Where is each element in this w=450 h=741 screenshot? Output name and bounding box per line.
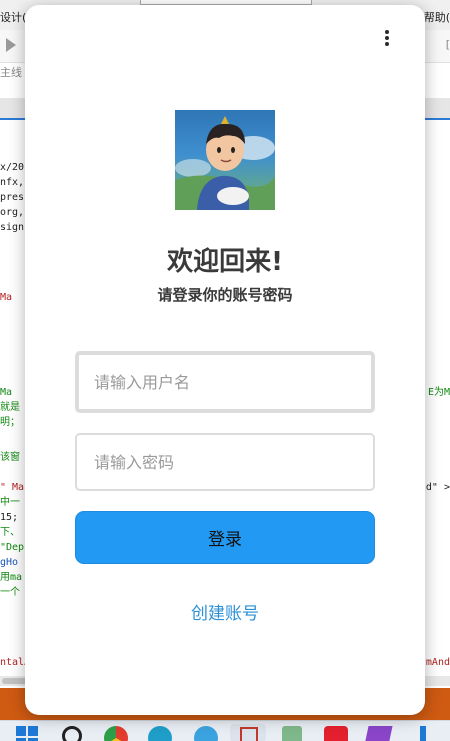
menu-help[interactable]: 帮助( <box>424 9 450 25</box>
code-line: 15; <box>0 512 19 523</box>
code-line: mAnd <box>425 657 450 668</box>
app-icon[interactable] <box>282 726 302 741</box>
code-line: pres <box>0 192 25 203</box>
code-line: 就是 <box>0 402 20 413</box>
code-line: 用ma <box>0 572 23 583</box>
toolbar-overflow[interactable]: [ <box>446 38 450 51</box>
code-line: " Ma <box>0 482 25 493</box>
code-line: 一个 <box>0 587 20 598</box>
red-app-icon[interactable] <box>324 726 348 741</box>
play-icon[interactable] <box>6 38 16 52</box>
code-line: 中一 <box>0 497 20 508</box>
avatar <box>175 110 275 210</box>
edge-icon[interactable] <box>148 726 172 741</box>
avatar-illustration <box>175 116 275 210</box>
menu-design[interactable]: 设计( <box>0 9 26 25</box>
taskbar-app-icon[interactable] <box>420 726 426 741</box>
globe-icon[interactable] <box>194 726 218 741</box>
code-line: nfx, <box>0 177 25 188</box>
login-button[interactable]: 登录 <box>75 511 375 564</box>
code-line: 明； <box>0 417 20 428</box>
chrome-icon[interactable] <box>104 726 128 741</box>
code-line: Ma <box>0 387 13 398</box>
more-options-icon[interactable] <box>379 27 395 49</box>
create-account-link[interactable]: 创建账号 <box>25 599 425 624</box>
username-input[interactable] <box>75 351 375 413</box>
code-line: 下、 <box>0 527 20 538</box>
code-line: E为M <box>427 387 450 398</box>
welcome-subtitle: 请登录你的账号密码 <box>157 286 293 304</box>
code-line: Ma <box>0 292 13 303</box>
search-icon[interactable] <box>62 726 82 741</box>
code-line: 该窗 <box>0 452 20 463</box>
windows-start-icon[interactable] <box>16 726 38 741</box>
code-line: "Dep <box>0 542 25 553</box>
welcome-title: 欢迎回来! <box>167 247 283 277</box>
code-line: sign <box>0 222 25 233</box>
ide-branch-label: 主线 <box>0 66 22 79</box>
visual-studio-icon[interactable] <box>363 726 393 741</box>
code-line: x/20 <box>0 162 25 173</box>
password-input[interactable] <box>75 433 375 491</box>
login-dialog: 欢迎回来! 请登录你的账号密码 登录 创建账号 <box>25 5 425 715</box>
active-app-icon[interactable] <box>230 724 266 741</box>
code-line: org, <box>0 207 25 218</box>
code-line: gHo <box>0 557 19 568</box>
taskbar <box>0 720 450 741</box>
code-line: d" > <box>425 482 450 493</box>
